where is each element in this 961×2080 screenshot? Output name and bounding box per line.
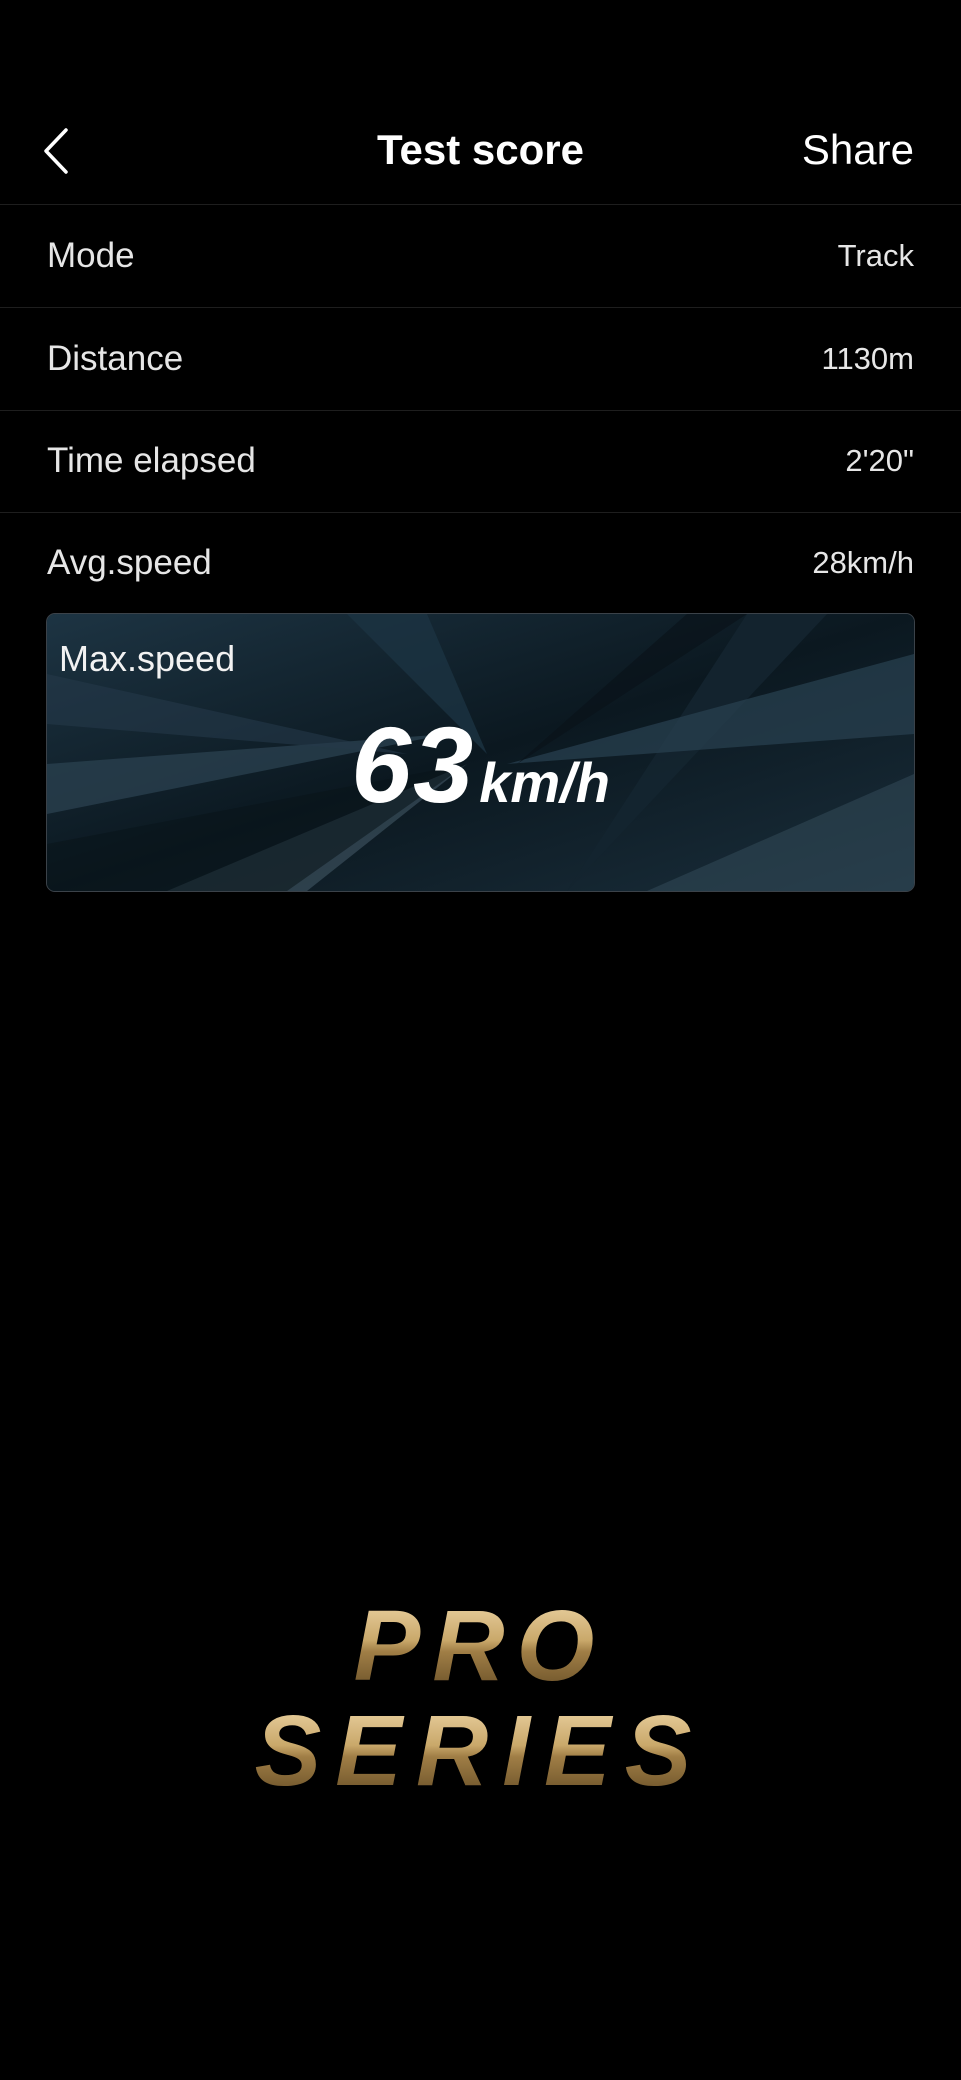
stat-row-mode: Mode Track [0,205,961,308]
max-speed-label: Max.speed [59,638,236,679]
stat-label: Time elapsed [47,441,256,480]
stat-row-distance: Distance 1130m [0,308,961,411]
stat-value: 2'20" [845,443,914,478]
stat-value: 28km/h [812,545,914,580]
stat-label: Distance [47,339,184,378]
stat-value: Track [837,238,914,273]
max-speed-value: 63 [351,704,476,825]
stat-label: Avg.speed [47,543,212,582]
stat-label: Mode [47,236,135,275]
share-button[interactable]: Share [802,124,914,176]
pro-series-logo: PRO SERIES [255,1590,706,1800]
header-bar: Test score Share [0,100,961,205]
max-speed-unit: km/h [479,751,610,814]
stat-value: 1130m [821,341,915,376]
logo-line-1: PRO [354,1590,607,1702]
max-speed-readout: 63km/h [47,702,914,827]
stat-row-time: Time elapsed 2'20" [0,410,961,513]
stat-row-avg-speed: Avg.speed 28km/h [0,512,961,614]
max-speed-card: Max.speed 63km/h [46,613,915,892]
logo-line-2: SERIES [255,1695,706,1800]
